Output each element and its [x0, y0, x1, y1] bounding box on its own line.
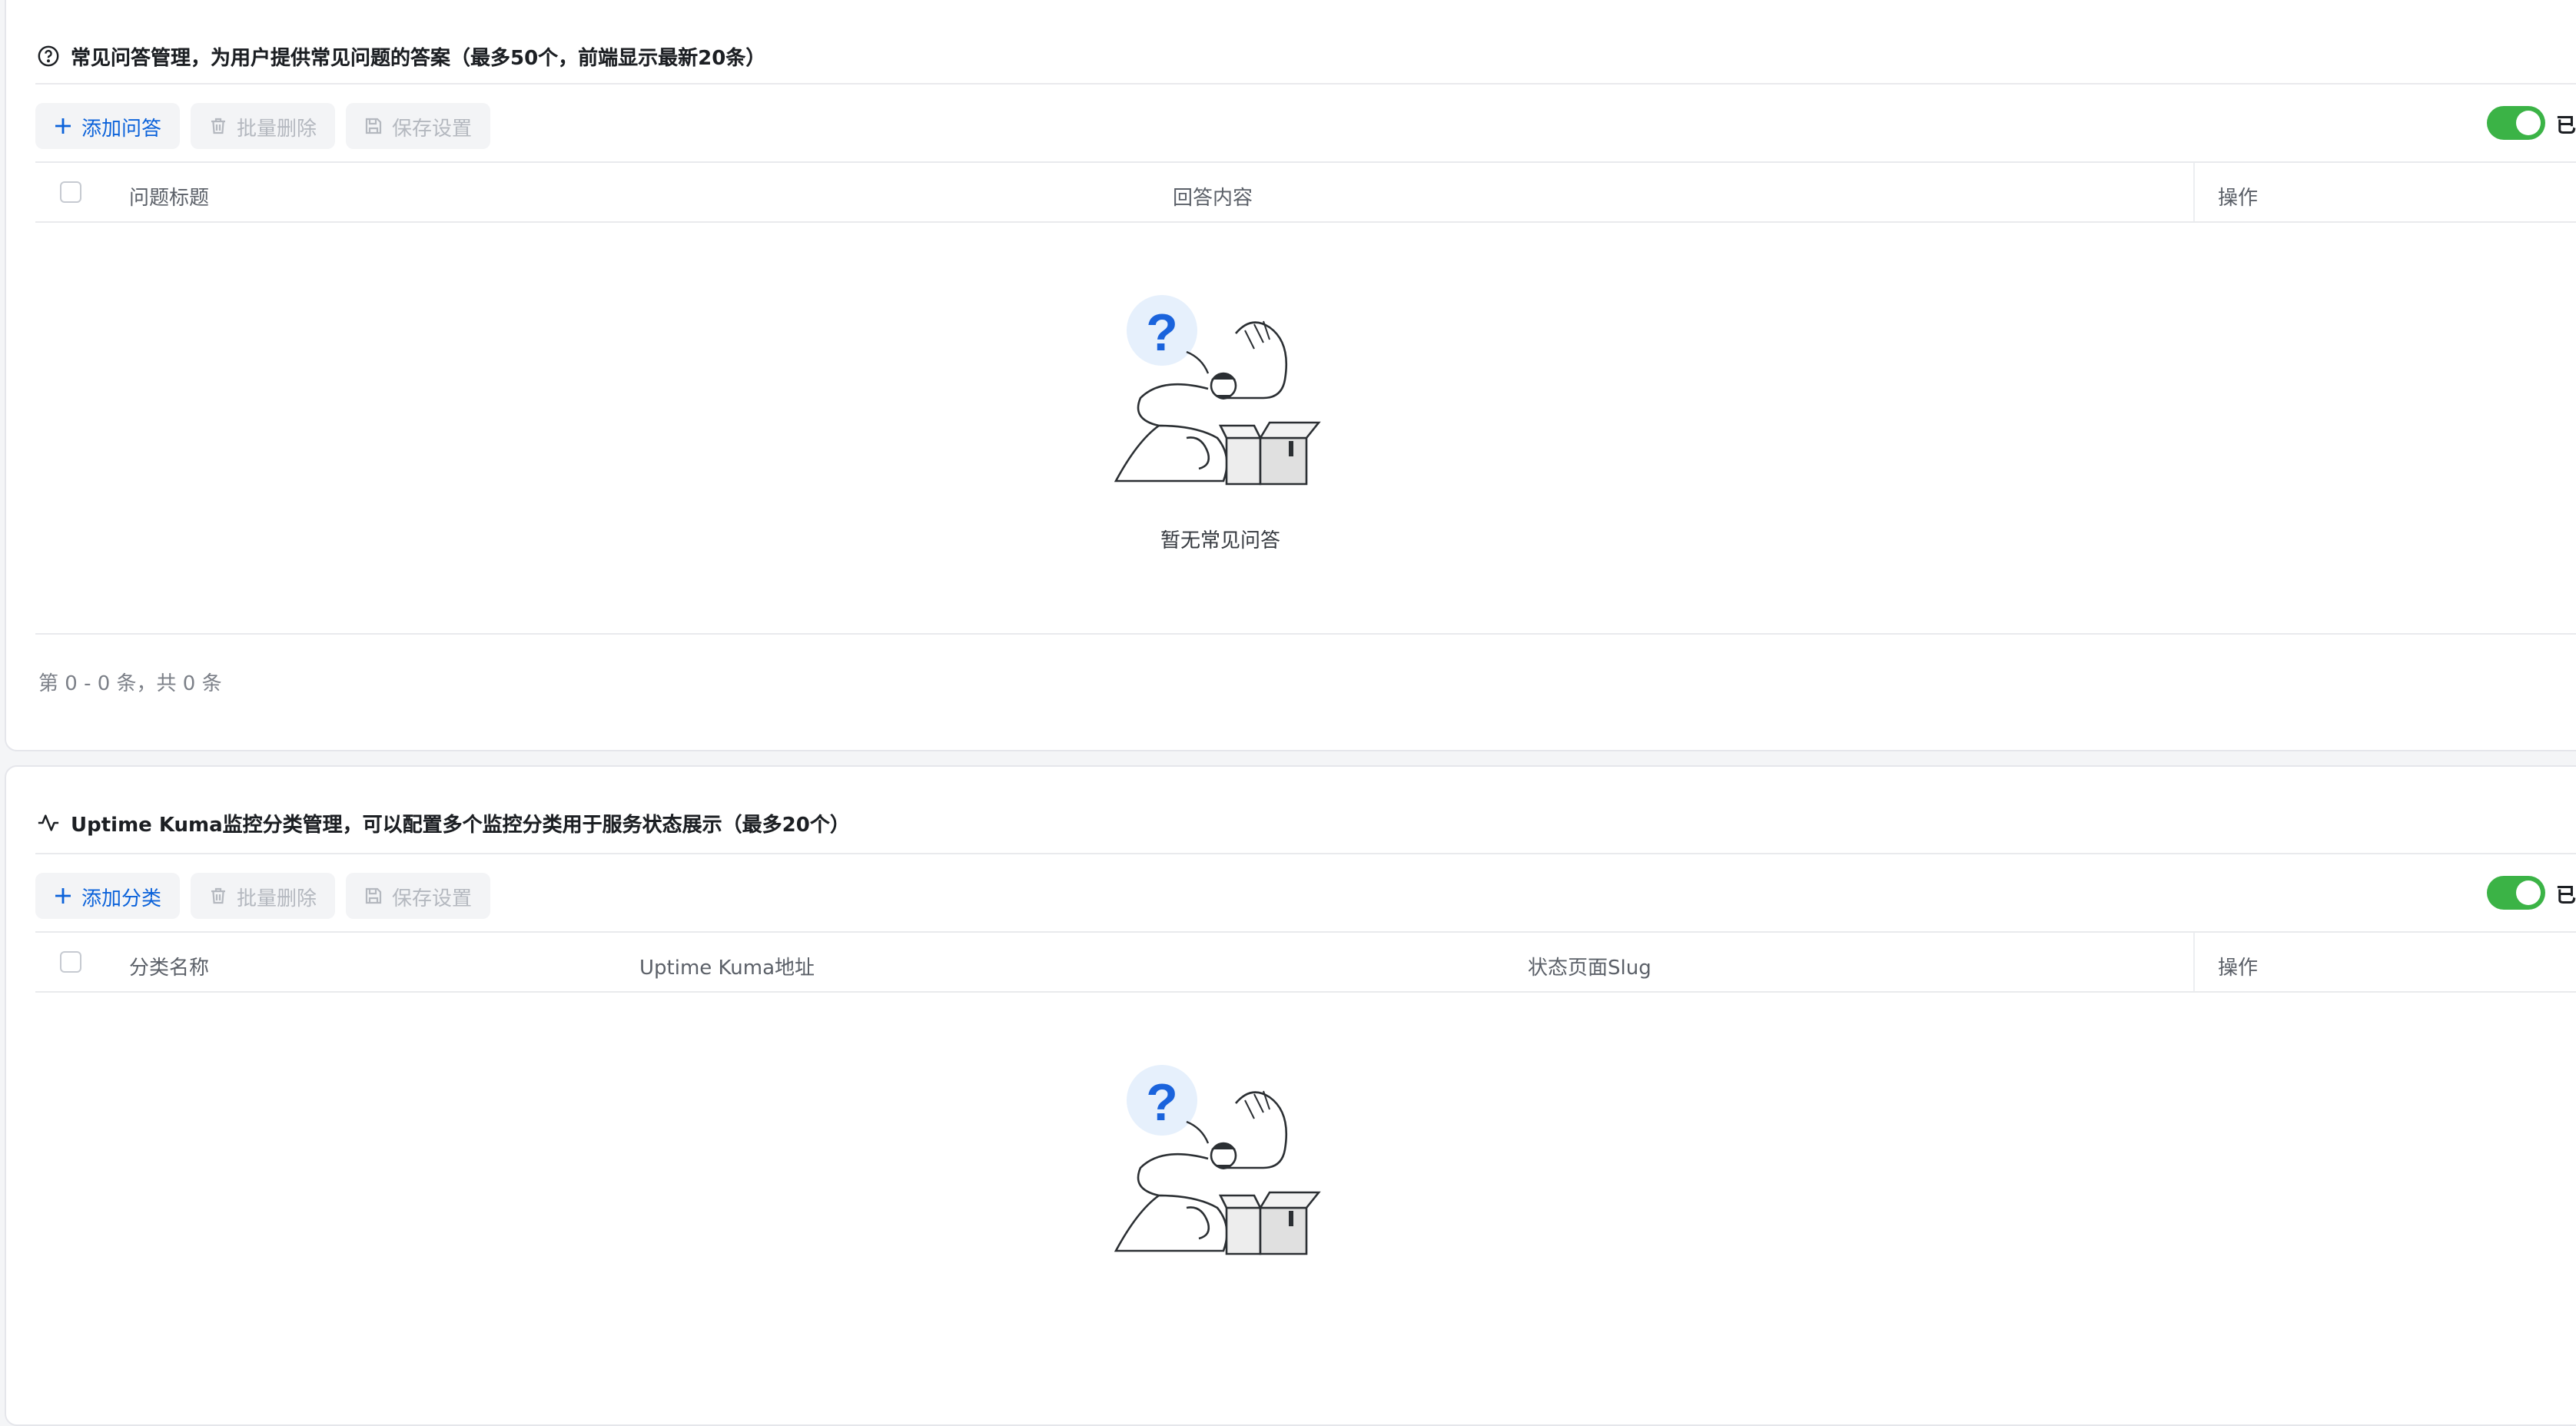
pagination-info: 第 0 - 0 条，共 0 条 [38, 673, 222, 696]
select-all-checkbox[interactable] [60, 951, 81, 973]
trash-icon [211, 118, 225, 134]
plus-icon [55, 888, 71, 904]
column-header: 问题标题 [129, 187, 210, 211]
column-header: 操作 [2218, 187, 2259, 211]
save-icon [365, 118, 382, 134]
save-settings-button[interactable]: 保存设置 [346, 103, 491, 149]
save-icon [365, 887, 382, 904]
column-header: 状态页面Slug [1528, 957, 1651, 980]
batch-delete-button[interactable]: 批量删除 [191, 103, 336, 149]
column-header: 分类名称 [129, 957, 210, 980]
add-category-button[interactable]: 添加分类 [35, 873, 181, 919]
uptime-card: Uptime Kuma监控分类管理，可以配置多个监控分类用于服务状态展示（最多2… [5, 765, 2576, 1426]
divider [35, 83, 2576, 85]
save-settings-button[interactable]: 保存设置 [346, 873, 491, 919]
column-divider [2193, 933, 2195, 993]
empty-text: 暂无常见问答 [1160, 530, 1280, 553]
uptime-header: Uptime Kuma监控分类管理，可以配置多个监控分类用于服务状态展示（最多2… [37, 808, 850, 837]
divider [35, 991, 2576, 993]
plus-icon [55, 118, 71, 134]
uptime-toolbar: 添加分类 批量删除 保存设置 已启用 [35, 873, 2576, 919]
column-header: Uptime Kuma地址 [639, 957, 815, 980]
faq-header: 常见问答管理，为用户提供常见问题的答案（最多50个，前端显示最新20条） [37, 41, 765, 71]
uptime-title: Uptime Kuma监控分类管理，可以配置多个监控分类用于服务状态展示（最多2… [71, 814, 850, 837]
faq-table-header: 问题标题 回答内容 操作 [35, 163, 2576, 223]
divider [35, 633, 2576, 635]
empty-illustration [1113, 287, 1328, 502]
page: 常见问答管理，为用户提供常见问题的答案（最多50个，前端显示最新20条） 添加问… [0, 0, 2576, 1426]
select-all-checkbox[interactable] [60, 181, 81, 203]
faq-enable-toggle-group: 已启用 [2486, 106, 2576, 140]
uptime-table-header: 分类名称 Uptime Kuma地址 状态页面Slug 操作 [35, 933, 2576, 993]
divider [35, 221, 2576, 223]
trash-icon [211, 887, 225, 904]
column-header: 回答内容 [1173, 187, 1253, 211]
toggle-label: 已启用 [2555, 884, 2576, 907]
column-header: 操作 [2218, 957, 2259, 980]
faq-enable-toggle[interactable] [2486, 106, 2545, 140]
uptime-enable-toggle[interactable] [2486, 876, 2545, 910]
column-divider [2193, 163, 2195, 223]
faq-card: 常见问答管理，为用户提供常见问题的答案（最多50个，前端显示最新20条） 添加问… [5, 0, 2576, 751]
empty-illustration [1113, 1057, 1328, 1272]
batch-delete-button[interactable]: 批量删除 [191, 873, 336, 919]
add-faq-button[interactable]: 添加问答 [35, 103, 181, 149]
uptime-enable-toggle-group: 已启用 [2486, 876, 2576, 910]
question-circle-icon [38, 45, 59, 67]
faq-title: 常见问答管理，为用户提供常见问题的答案（最多50个，前端显示最新20条） [71, 48, 766, 71]
faq-toolbar: 添加问答 批量删除 保存设置 已启用 [35, 103, 2576, 149]
faq-empty-state: 暂无常见问答 [1082, 287, 1359, 553]
activity-icon [38, 814, 59, 831]
divider [35, 853, 2576, 854]
toggle-label: 已启用 [2555, 114, 2576, 138]
uptime-empty-state [1082, 1057, 1359, 1272]
